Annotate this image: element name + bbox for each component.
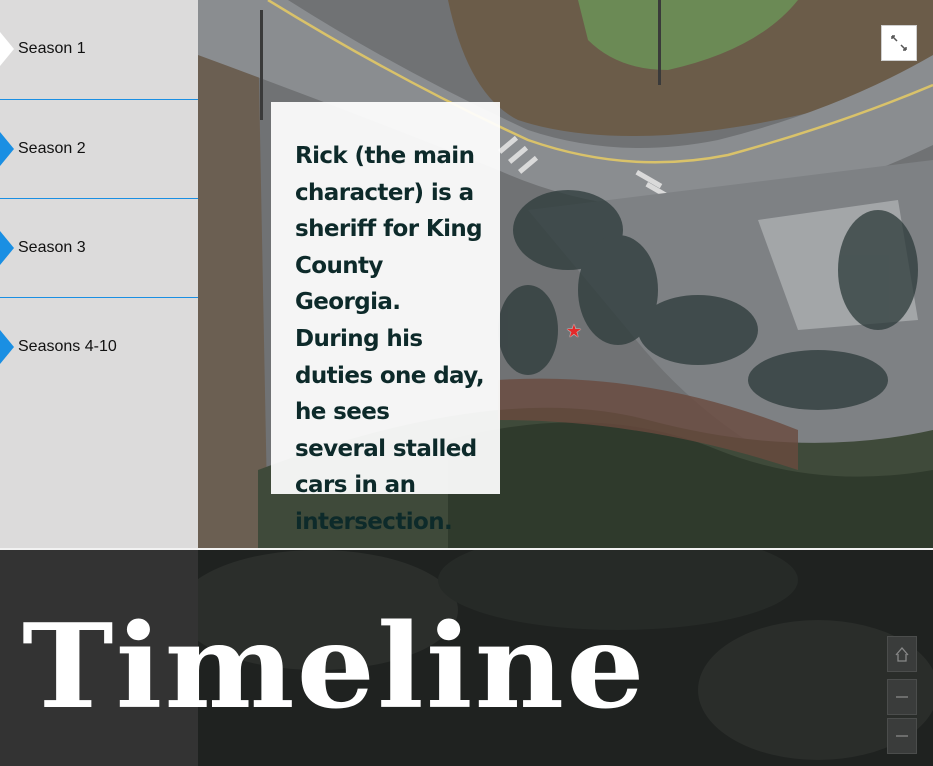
minus-line-icon — [896, 735, 908, 737]
story-panel: Rick (the main character) is a sheriff f… — [271, 102, 500, 535]
expand-icon — [891, 35, 907, 51]
story-text: Rick (the main character) is a sheriff f… — [295, 143, 485, 535]
sidebar-item-seasons-4-10[interactable]: Seasons 4-10 — [0, 298, 198, 396]
page-title: Timeline — [22, 599, 647, 735]
sidebar-item-label: Seasons 4-10 — [18, 338, 117, 355]
zoom-out-button[interactable] — [887, 718, 917, 754]
sidebar-item-label: Season 2 — [18, 140, 86, 157]
star-pin-icon[interactable]: ★ — [565, 322, 583, 340]
chevron-marker-icon — [0, 231, 14, 265]
season-sidebar: Season 1 Season 2 Season 3 Seasons 4-10 — [0, 0, 198, 548]
home-button[interactable] — [887, 636, 917, 672]
chevron-marker-icon — [0, 132, 14, 166]
sidebar-item-season-1[interactable]: Season 1 — [0, 0, 198, 98]
zoom-in-button[interactable] — [887, 679, 917, 715]
sidebar-item-season-3[interactable]: Season 3 — [0, 199, 198, 297]
home-icon — [895, 647, 909, 662]
chevron-marker-icon — [0, 330, 14, 364]
sidebar-item-label: Season 1 — [18, 40, 86, 57]
fullscreen-button[interactable] — [881, 25, 917, 61]
satellite-map[interactable]: Rick (the main character) is a sheriff f… — [198, 0, 933, 548]
minus-line-icon — [896, 696, 908, 698]
sidebar-item-label: Season 3 — [18, 239, 86, 256]
active-marker-icon — [0, 32, 14, 66]
sidebar-item-season-2[interactable]: Season 2 — [0, 100, 198, 198]
